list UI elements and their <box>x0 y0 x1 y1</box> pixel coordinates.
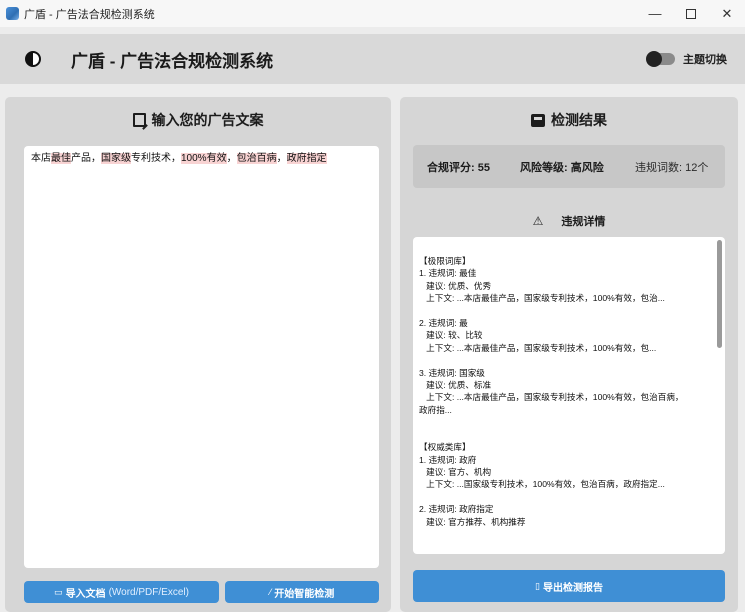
result-panel-title-text: 检测结果 <box>551 112 607 128</box>
ad-text-segment: ， <box>276 153 287 164</box>
theme-toggle-label: 主题切换 <box>683 54 727 66</box>
details-title: ⚠ 违规详情 <box>400 213 738 229</box>
ad-text-segment: 本店 <box>31 153 51 164</box>
flagged-word: 政府指定 <box>286 153 327 164</box>
switch-knob <box>646 51 662 67</box>
page-title: 广盾 - 广告法合规检测系统 <box>71 51 274 71</box>
app-logo-icon <box>6 7 19 20</box>
violation-details-text: 【极限词库】 1. 违规词: 最佳 建议: 优质、优秀 上下文: ...本店最佳… <box>419 256 684 527</box>
detect-button-label: 开始智能检测 <box>274 588 335 600</box>
flagged-word: 包治百病 <box>236 153 277 164</box>
inbox-icon <box>531 113 545 127</box>
result-panel-title: 检测结果 <box>400 110 738 130</box>
theme-toggle[interactable]: 主题切换 <box>646 51 727 67</box>
close-button[interactable]: ✕ <box>709 0 745 27</box>
maximize-button[interactable] <box>673 0 709 27</box>
flagged-word: 100%有效 <box>181 153 227 164</box>
app-header: 广盾 - 广告法合规检测系统 主题切换 <box>0 34 745 84</box>
theme-switch[interactable] <box>646 51 675 67</box>
shield-icon <box>25 51 41 67</box>
ad-text-input[interactable]: 本店最佳产品，国家级专利技术，100%有效，包治百病，政府指定 <box>24 146 379 568</box>
export-report-button[interactable]: ▯ 导出检测报告 <box>413 570 725 602</box>
warning-icon: ⚠ <box>532 214 544 228</box>
score-summary: 合规评分: 55 风险等级: 高风险 违规词数: 12个 <box>413 145 725 188</box>
window-titlebar: 广盾 - 广告法合规检测系统 — ✕ <box>0 0 745 27</box>
input-panel-title: 输入您的广告文案 <box>5 110 391 130</box>
details-scrollbar[interactable] <box>717 240 722 348</box>
export-button-label: 导出检测报告 <box>542 582 603 594</box>
violation-details-box[interactable]: 【极限词库】 1. 违规词: 最佳 建议: 优质、优秀 上下文: ...本店最佳… <box>413 237 725 554</box>
minimize-button[interactable]: — <box>637 0 673 27</box>
import-button-sub: (Word/PDF/Excel) <box>108 586 189 598</box>
input-panel-title-text: 输入您的广告文案 <box>151 112 264 128</box>
start-detection-button[interactable]: ⁄ 开始智能检测 <box>225 581 379 603</box>
risk-level: 风险等级: 高风险 <box>520 162 604 174</box>
compliance-score: 合规评分: 55 <box>427 162 490 174</box>
flagged-word: 国家级 <box>101 153 131 164</box>
ad-text-segment: 产品， <box>71 153 101 164</box>
violation-count: 违规词数: 12个 <box>635 162 709 174</box>
upload-icon: ▭ <box>54 586 63 597</box>
ad-text-segment: ， <box>226 153 237 164</box>
magic-wand-icon: ⁄ <box>269 587 272 597</box>
result-panel: 检测结果 合规评分: 55 风险等级: 高风险 违规词数: 12个 ⚠ 违规详情… <box>400 97 738 612</box>
flagged-word: 最佳 <box>51 153 71 164</box>
edit-document-icon <box>132 113 146 127</box>
maximize-icon <box>686 8 696 19</box>
details-title-text: 违规详情 <box>561 216 606 228</box>
import-button-label: 导入文档 <box>65 588 106 600</box>
ad-text-segment: 专利技术， <box>131 153 181 164</box>
import-document-button[interactable]: ▭ 导入文档 (Word/PDF/Excel) <box>24 581 219 603</box>
window-title: 广盾 - 广告法合规检测系统 <box>24 8 155 21</box>
document-icon: ▯ <box>535 580 540 591</box>
window-controls: — ✕ <box>637 0 745 27</box>
input-panel: 输入您的广告文案 本店最佳产品，国家级专利技术，100%有效，包治百病，政府指定… <box>5 97 391 612</box>
